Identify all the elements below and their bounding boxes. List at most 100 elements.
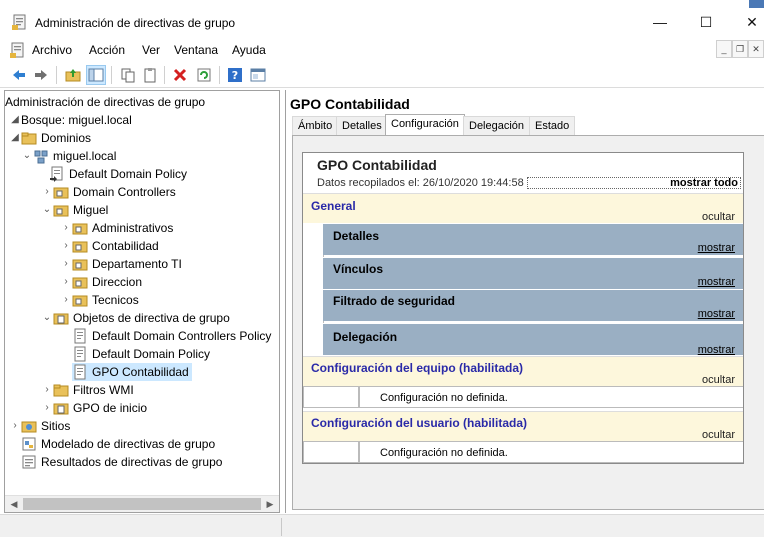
collapse-arrow-icon[interactable]: ⌄ xyxy=(41,201,53,219)
tree-forest[interactable]: ◢ Bosque: miguel.local xyxy=(9,111,132,129)
expand-arrow-icon[interactable]: › xyxy=(60,255,72,273)
menu-accion[interactable]: Acción xyxy=(89,43,125,57)
tree-ou-miguel[interactable]: ⌄ Miguel xyxy=(41,201,109,219)
section-general[interactable]: General ocultar xyxy=(303,193,743,223)
tree-ou-child-label: Administrativos xyxy=(92,221,174,235)
hide-user-link[interactable]: ocultar xyxy=(702,429,735,441)
mdi-minimize-button[interactable]: _ xyxy=(716,40,732,58)
tree-sites[interactable]: › Sitios xyxy=(9,417,70,435)
tab-configuracion[interactable]: Configuración xyxy=(385,114,465,136)
refresh-icon[interactable] xyxy=(194,65,214,85)
tree-gpo-item[interactable]: Default Domain Policy xyxy=(72,345,210,363)
mmc-menu-icon[interactable] xyxy=(10,42,26,61)
tab-detalles[interactable]: Detalles xyxy=(336,116,388,135)
collapse-arrow-icon[interactable]: ◢ xyxy=(9,129,21,147)
tree-wmi-filters[interactable]: › Filtros WMI xyxy=(41,381,133,399)
ou-folder-icon xyxy=(53,202,69,218)
up-folder-icon[interactable] xyxy=(63,65,83,85)
show-all-link[interactable]: mostrar todo xyxy=(527,177,741,189)
tree-ou-child-label: Direccion xyxy=(92,275,143,289)
tab-delegacion[interactable]: Delegación xyxy=(463,116,531,135)
gpo-scroll-icon xyxy=(72,364,88,380)
tree-root[interactable]: Administración de directivas de grupo xyxy=(5,93,205,111)
subsection-filtrado[interactable]: Filtrado de seguridad mostrar xyxy=(323,289,743,321)
tree-ou-child[interactable]: › Direccion xyxy=(60,273,142,291)
tree-ou-child[interactable]: › Tecnicos xyxy=(60,291,138,309)
mdi-close-button[interactable]: ✕ xyxy=(748,40,764,58)
scroll-left-icon[interactable]: ◀ xyxy=(6,497,22,512)
tree-horizontal-scrollbar[interactable]: ◀ ▶ xyxy=(5,495,279,512)
mdi-restore-button[interactable]: ❐ xyxy=(732,40,748,58)
maximize-button[interactable]: ☐ xyxy=(686,8,726,36)
expand-arrow-icon[interactable]: › xyxy=(60,219,72,237)
status-bar xyxy=(0,514,764,537)
tree-gpo-container[interactable]: ⌄ Objetos de directiva de grupo xyxy=(41,309,230,327)
scrollbar-thumb[interactable] xyxy=(23,498,261,510)
tab-ambito[interactable]: Ámbito xyxy=(292,116,339,135)
menu-ayuda[interactable]: Ayuda xyxy=(232,43,266,57)
menu-ver[interactable]: Ver xyxy=(142,43,160,57)
subsection-delegacion[interactable]: Delegación mostrar xyxy=(323,323,743,356)
show-link[interactable]: mostrar xyxy=(698,276,735,288)
starter-gpo-folder-icon xyxy=(53,400,69,416)
collapse-arrow-icon[interactable]: ◢ xyxy=(9,111,21,129)
tree-gpo-item[interactable]: Default Domain Controllers Policy xyxy=(72,327,271,345)
hide-general-link[interactable]: ocultar xyxy=(702,211,735,223)
tree-modeling[interactable]: Modelado de directivas de grupo xyxy=(21,435,215,453)
expand-arrow-icon[interactable]: › xyxy=(60,273,72,291)
help-icon[interactable]: ? xyxy=(225,65,245,85)
tree-domains[interactable]: ◢ Dominios xyxy=(9,129,91,147)
tree-results[interactable]: Resultados de directivas de grupo xyxy=(21,453,222,471)
show-link[interactable]: mostrar xyxy=(698,242,735,254)
expand-arrow-icon[interactable]: › xyxy=(41,399,53,417)
tree-modeling-label: Modelado de directivas de grupo xyxy=(41,437,216,451)
back-icon[interactable] xyxy=(9,65,29,85)
minimize-button[interactable]: — xyxy=(640,8,680,36)
menu-archivo[interactable]: Archivo xyxy=(32,43,72,57)
show-hide-tree-icon[interactable] xyxy=(86,65,106,85)
expand-arrow-icon[interactable]: › xyxy=(9,417,21,435)
show-link[interactable]: mostrar xyxy=(698,308,735,320)
tree-ou-child[interactable]: › Departamento TI xyxy=(60,255,182,273)
tab-estado[interactable]: Estado xyxy=(529,116,576,135)
tree-ou-child[interactable]: › Contabilidad xyxy=(60,237,158,255)
svg-text:?: ? xyxy=(232,69,238,82)
tree-domain-controllers-label: Domain Controllers xyxy=(73,185,176,199)
delete-icon[interactable] xyxy=(170,65,190,85)
toolbar-separator xyxy=(111,66,112,84)
expand-arrow-icon[interactable]: › xyxy=(60,291,72,309)
tree-starter-gpos[interactable]: › GPO de inicio xyxy=(41,399,147,417)
scroll-right-icon[interactable]: ▶ xyxy=(262,497,278,512)
subsection-detalles[interactable]: Detalles mostrar xyxy=(323,223,743,255)
collapse-arrow-icon[interactable]: ⌄ xyxy=(21,147,33,165)
expand-arrow-icon[interactable]: › xyxy=(41,381,53,399)
tree-domain-label: miguel.local xyxy=(53,149,117,163)
expand-arrow-icon[interactable]: › xyxy=(60,237,72,255)
subsection-vinculos[interactable]: Vínculos mostrar xyxy=(323,257,743,289)
close-button[interactable]: ✕ xyxy=(732,8,764,36)
section-user-label: Configuración del usuario (habilitada) xyxy=(311,416,528,430)
menu-bar: Archivo Acción Ver Ventana Ayuda xyxy=(0,38,764,62)
menu-ventana[interactable]: Ventana xyxy=(174,43,218,57)
forward-icon[interactable] xyxy=(31,65,51,85)
mdi-window-controls: _ ❐ ✕ xyxy=(716,40,764,60)
section-computer-config[interactable]: Configuración del equipo (habilitada) oc… xyxy=(303,356,743,386)
tree-ou-miguel-label: Miguel xyxy=(73,203,109,217)
collapse-arrow-icon[interactable]: ⌄ xyxy=(41,309,53,327)
copy-icon[interactable] xyxy=(118,65,138,85)
properties-icon[interactable] xyxy=(248,65,268,85)
user-config-note: Configuración no definida. xyxy=(359,441,743,463)
tree-ou-child[interactable]: › Administrativos xyxy=(60,219,173,237)
hide-computer-link[interactable]: ocultar xyxy=(702,374,735,386)
tree-gpo-item-label: GPO Contabilidad xyxy=(92,365,189,379)
show-link[interactable]: mostrar xyxy=(698,344,735,356)
tree-domain-controllers[interactable]: › Domain Controllers xyxy=(41,183,176,201)
window-title: Administración de directivas de grupo xyxy=(35,16,236,30)
tree-gpo-item-selected[interactable]: GPO Contabilidad xyxy=(72,363,192,381)
tree-forest-label: Bosque: miguel.local xyxy=(21,113,132,127)
expand-arrow-icon[interactable]: › xyxy=(41,183,53,201)
paste-icon[interactable] xyxy=(140,65,160,85)
tree-default-domain-policy[interactable]: Default Domain Policy xyxy=(49,165,187,183)
tree-domain[interactable]: ⌄ miguel.local xyxy=(21,147,116,165)
section-user-config[interactable]: Configuración del usuario (habilitada) o… xyxy=(303,411,743,441)
